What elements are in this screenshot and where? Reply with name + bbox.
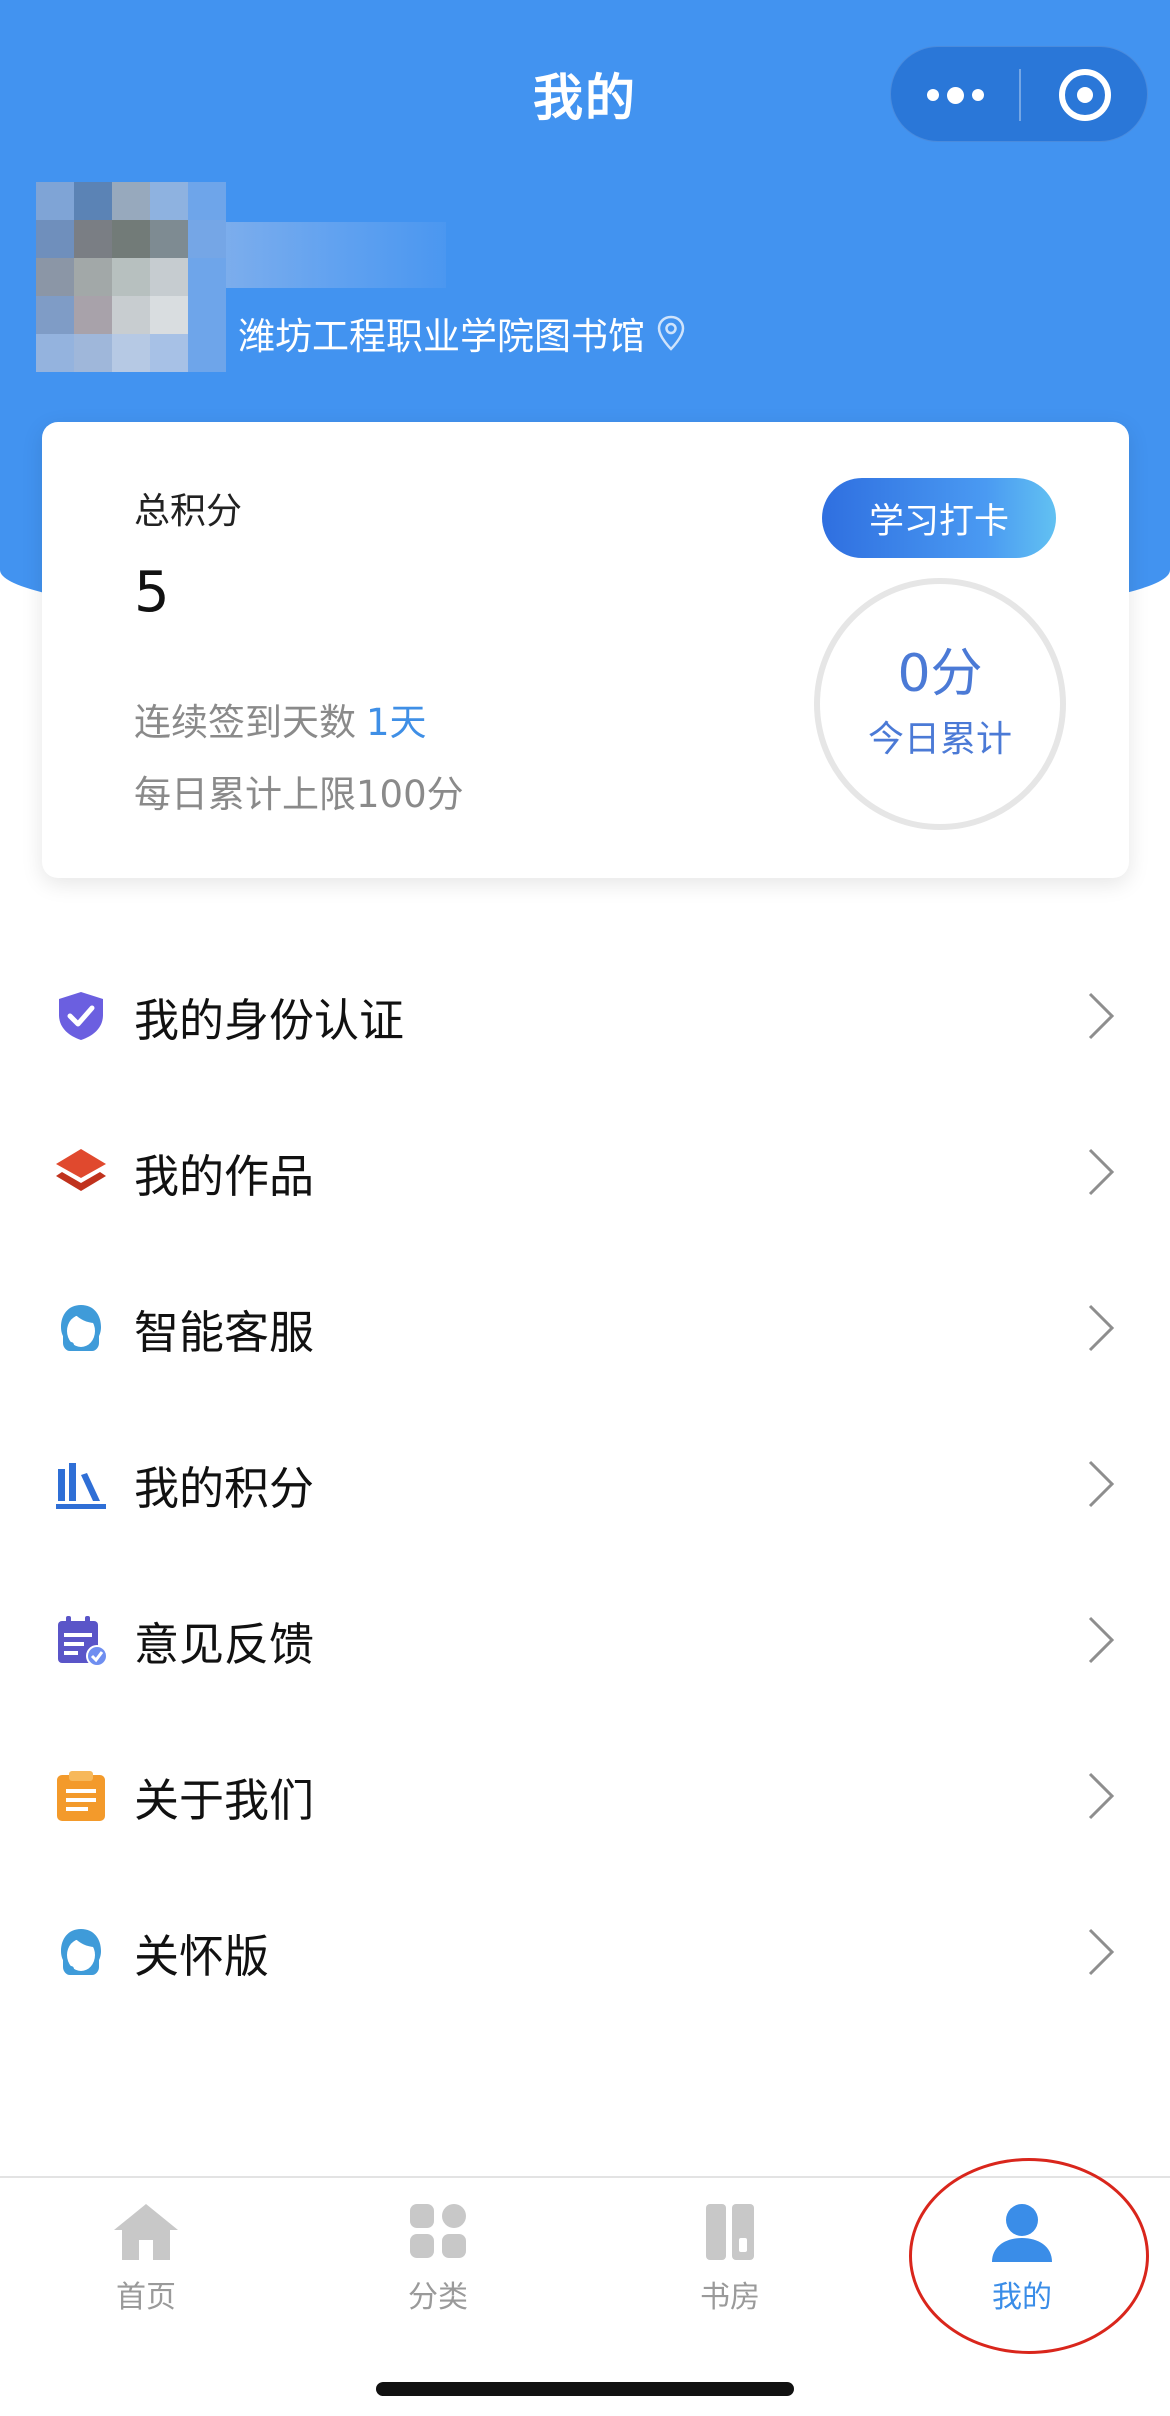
feedback-calendar-icon [58,1616,108,1667]
tab-home[interactable]: 首页 [0,2200,292,2330]
menu-item-points[interactable]: 我的积分 [0,1406,1170,1562]
organization-row: 潍坊工程职业学院图书馆 [238,306,685,360]
username-blurred [226,222,446,288]
avatar[interactable] [36,182,226,372]
chevron-right-icon [1088,1772,1115,1820]
chevron-right-icon [1088,1928,1115,1976]
score-card: 总积分 5 连续签到天数 1天 每日累计上限100分 学习打卡 0分 今日累计 [42,422,1129,878]
streak-value: 1天 [366,701,427,744]
menu-item-about[interactable]: 关于我们 [0,1718,1170,1874]
streak-label: 连续签到天数 [134,701,356,744]
home-icon [114,2204,178,2260]
location-pin-icon [657,315,685,351]
shield-check-icon [59,992,103,1040]
more-dots-icon[interactable] [891,47,1019,143]
target-close-icon[interactable] [1021,47,1149,143]
menu-item-identity[interactable]: 我的身份认证 [0,938,1170,1094]
home-indicator [376,2382,794,2396]
total-score-value: 5 [134,560,170,625]
chevron-right-icon [1088,1460,1115,1508]
today-score-value: 0分 [897,644,983,705]
chevron-right-icon [1088,992,1115,1040]
menu-item-customer-service[interactable]: 智能客服 [0,1250,1170,1406]
tab-category[interactable]: 分类 [292,2200,584,2330]
chevron-right-icon [1088,1148,1115,1196]
today-score-ring: 0分 今日累计 [814,578,1066,830]
menu-item-label: 关于我们 [134,1773,315,1827]
layers-icon [56,1149,106,1191]
tab-bookshelf[interactable]: 书房 [584,2200,876,2330]
chevron-right-icon [1088,1616,1115,1664]
today-score-label: 今日累计 [867,718,1012,760]
menu-item-label: 我的身份认证 [134,993,405,1047]
menu-item-label: 我的积分 [134,1461,315,1515]
customer-service-icon [61,1305,101,1351]
menu-item-label: 关怀版 [134,1929,270,1983]
tab-label: 首页 [116,2280,176,2315]
menu-item-feedback[interactable]: 意见反馈 [0,1562,1170,1718]
miniprogram-capsule [890,46,1148,142]
chevron-right-icon [1088,1304,1115,1352]
menu-item-care-mode[interactable]: 关怀版 [0,1874,1170,2030]
menu-item-label: 智能客服 [134,1305,315,1359]
menu-item-label: 意见反馈 [134,1617,315,1671]
streak-row: 连续签到天数 1天 [134,692,427,746]
tab-label: 分类 [408,2280,468,2315]
category-grid-icon [410,2204,466,2258]
tab-label: 书房 [700,2280,760,2315]
menu-item-works[interactable]: 我的作品 [0,1094,1170,1250]
bar-chart-icon [56,1463,106,1509]
bookshelf-icon [706,2204,754,2260]
customer-service-icon [61,1929,101,1975]
clipboard-icon [57,1771,105,1821]
menu-list: 我的身份认证 我的作品 智能客服 我的积分 意见反馈 关于我们 关怀版 [0,938,1170,2030]
menu-item-label: 我的作品 [134,1149,315,1203]
organization-name: 潍坊工程职业学院图书馆 [238,315,645,358]
daily-limit-text: 每日累计上限100分 [134,773,464,816]
total-score-label: 总积分 [134,491,243,532]
checkin-button[interactable]: 学习打卡 [822,478,1056,558]
annotation-circle [909,2158,1149,2354]
